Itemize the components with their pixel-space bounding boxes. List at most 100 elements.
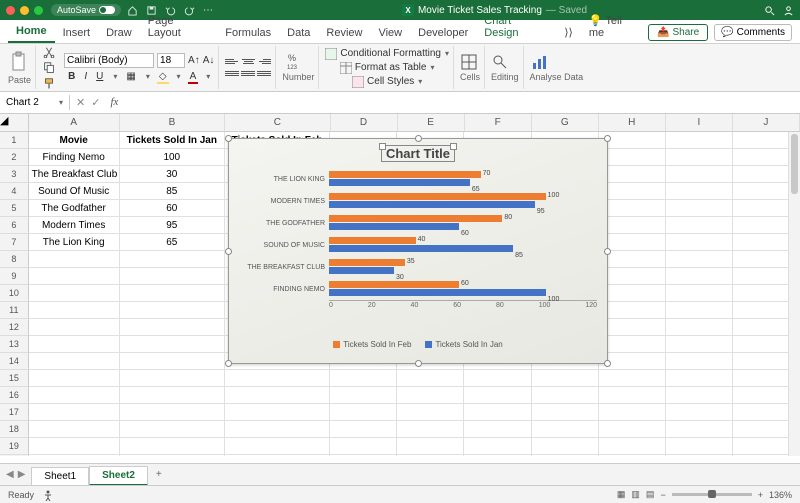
worksheet-grid[interactable]: ◢ A B C D E F G H I J 1MovieTickets Sold…	[0, 114, 800, 456]
analyse-data-button[interactable]: Analyse Data	[530, 53, 584, 82]
format-as-table-button[interactable]: Format as Table▾	[340, 61, 435, 75]
tab-more[interactable]: ⟩⟩	[556, 22, 581, 43]
chart-bar[interactable]: 85	[329, 245, 513, 252]
cell[interactable]	[532, 455, 599, 456]
cells-button[interactable]: Cells	[460, 53, 480, 82]
cell[interactable]	[666, 302, 733, 319]
fx-icon[interactable]: fx	[110, 96, 118, 109]
cell[interactable]: Modern Times	[29, 217, 120, 234]
cell[interactable]: Finding Nemo	[29, 149, 120, 166]
format-painter-icon[interactable]	[42, 77, 56, 89]
col-header[interactable]: A	[29, 114, 120, 131]
chart-title[interactable]: Chart Title	[229, 139, 607, 168]
cell[interactable]	[330, 387, 397, 404]
cell[interactable]	[397, 438, 464, 455]
cell[interactable]	[599, 370, 666, 387]
save-icon[interactable]	[146, 5, 157, 16]
zoom-slider[interactable]	[672, 493, 752, 496]
underline-button[interactable]: U	[94, 71, 105, 82]
cell[interactable]	[29, 319, 120, 336]
tab-draw[interactable]: Draw	[98, 23, 140, 43]
cell[interactable]	[120, 319, 225, 336]
cell[interactable]	[120, 285, 225, 302]
chart-bar[interactable]: 100	[329, 289, 546, 296]
cell[interactable]	[29, 251, 120, 268]
zoom-in-icon[interactable]: +	[758, 490, 763, 500]
font-size-select[interactable]	[157, 53, 185, 68]
cell[interactable]	[330, 438, 397, 455]
col-header[interactable]: E	[398, 114, 465, 131]
cell[interactable]	[599, 166, 666, 183]
tab-review[interactable]: Review	[318, 23, 370, 43]
cell[interactable]	[29, 404, 120, 421]
col-header[interactable]: F	[465, 114, 532, 131]
conditional-formatting-button[interactable]: Conditional Formatting▾	[325, 47, 449, 61]
increase-font-icon[interactable]: A↑	[188, 55, 200, 66]
cell[interactable]	[599, 268, 666, 285]
cell[interactable]	[599, 302, 666, 319]
cell[interactable]	[599, 183, 666, 200]
formula-input[interactable]	[124, 101, 800, 105]
cell[interactable]	[532, 421, 599, 438]
view-break-icon[interactable]: ▤	[646, 489, 655, 500]
editing-button[interactable]: Editing	[491, 53, 519, 82]
cell[interactable]	[29, 268, 120, 285]
tab-data[interactable]: Data	[279, 23, 318, 43]
cell[interactable]	[599, 251, 666, 268]
border-button[interactable]: ▦	[124, 71, 137, 82]
cell[interactable]	[29, 387, 120, 404]
cell[interactable]	[397, 455, 464, 456]
tellme[interactable]: 💡 Tell me	[581, 10, 648, 43]
cell[interactable]	[599, 336, 666, 353]
cell[interactable]	[532, 370, 599, 387]
row-header[interactable]: 16	[0, 387, 29, 404]
cell[interactable]	[120, 438, 225, 455]
italic-button[interactable]: I	[82, 71, 89, 82]
cell[interactable]	[666, 200, 733, 217]
cell[interactable]	[120, 302, 225, 319]
name-box[interactable]: Chart 2▾	[0, 95, 70, 110]
cell[interactable]	[666, 438, 733, 455]
row-header[interactable]: 2	[0, 149, 29, 166]
window-controls[interactable]	[6, 6, 43, 15]
row-header[interactable]: 15	[0, 370, 29, 387]
cell[interactable]	[599, 234, 666, 251]
chart-legend[interactable]: Tickets Sold In Feb Tickets Sold In Jan	[229, 338, 607, 351]
view-page-icon[interactable]: ▥	[631, 489, 640, 500]
number-format-button[interactable]: %123 Number	[282, 53, 314, 82]
chart-bar[interactable]: 60	[329, 223, 459, 230]
autosave-toggle[interactable]: AutoSave	[51, 4, 121, 16]
row-header[interactable]: 4	[0, 183, 29, 200]
cell[interactable]	[330, 404, 397, 421]
col-header[interactable]: C	[225, 114, 330, 131]
zoom-level[interactable]: 136%	[769, 490, 792, 500]
cell[interactable]	[120, 353, 225, 370]
cell[interactable]	[29, 285, 120, 302]
cell[interactable]	[120, 387, 225, 404]
cell[interactable]	[464, 438, 531, 455]
cell[interactable]	[464, 455, 531, 456]
cell[interactable]	[397, 370, 464, 387]
copy-icon[interactable]	[42, 61, 56, 73]
cell[interactable]	[666, 455, 733, 456]
cell[interactable]	[599, 421, 666, 438]
row-header[interactable]: 14	[0, 353, 29, 370]
cell[interactable]	[120, 370, 225, 387]
cell[interactable]	[464, 404, 531, 421]
cell[interactable]	[29, 353, 120, 370]
cell[interactable]	[666, 336, 733, 353]
cell[interactable]	[225, 455, 330, 456]
cell[interactable]	[599, 149, 666, 166]
cell[interactable]	[599, 404, 666, 421]
cell[interactable]	[397, 387, 464, 404]
chart-bar[interactable]: 70	[329, 171, 481, 178]
cell[interactable]	[666, 285, 733, 302]
cell[interactable]: The Godfather	[29, 200, 120, 217]
tab-view[interactable]: View	[370, 23, 410, 43]
row-header[interactable]: 7	[0, 234, 29, 251]
cell[interactable]	[397, 404, 464, 421]
cell[interactable]	[666, 234, 733, 251]
embedded-chart[interactable]: Chart Title THE LION KING 70 65 MODERN T…	[228, 138, 608, 364]
row-header[interactable]: 12	[0, 319, 29, 336]
cell[interactable]	[666, 319, 733, 336]
